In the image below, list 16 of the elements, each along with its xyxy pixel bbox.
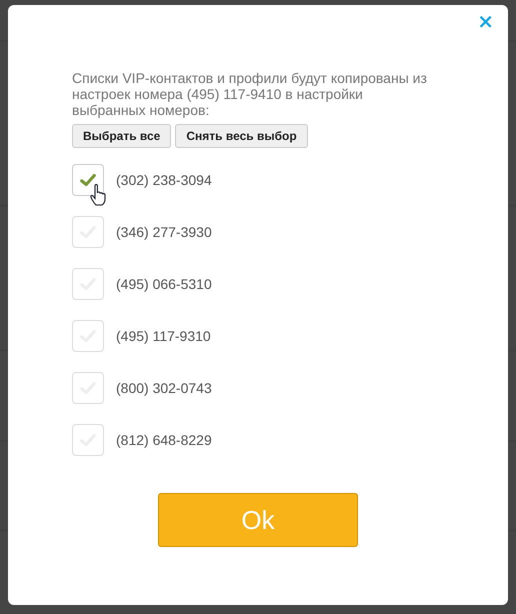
checkbox[interactable] [72, 216, 104, 248]
select-button[interactable]: Выбрать все [72, 124, 172, 148]
phone-number: (495) 066-5310 [116, 276, 212, 292]
checkbox[interactable] [72, 320, 104, 352]
phone-number: (346) 277-3930 [116, 224, 212, 240]
phone-number: (812) 648-8229 [116, 432, 212, 448]
checkbox[interactable] [72, 372, 104, 404]
select-button[interactable]: Снять весь выбор [175, 124, 308, 148]
message-text: Списки VIP-контактов и профили будут копированы из настроек номера (495) 117-9410 в настройки выбранных номеров: [72, 70, 428, 118]
checkbox[interactable] [72, 424, 104, 456]
phone-number: (495) 117-9310 [116, 328, 211, 344]
check-icon [79, 171, 97, 189]
checkbox[interactable] [72, 164, 104, 196]
phone-number: (800) 302-0743 [116, 380, 212, 396]
checkbox[interactable] [72, 268, 104, 300]
phone-number: (302) 238-3094 [116, 172, 212, 188]
